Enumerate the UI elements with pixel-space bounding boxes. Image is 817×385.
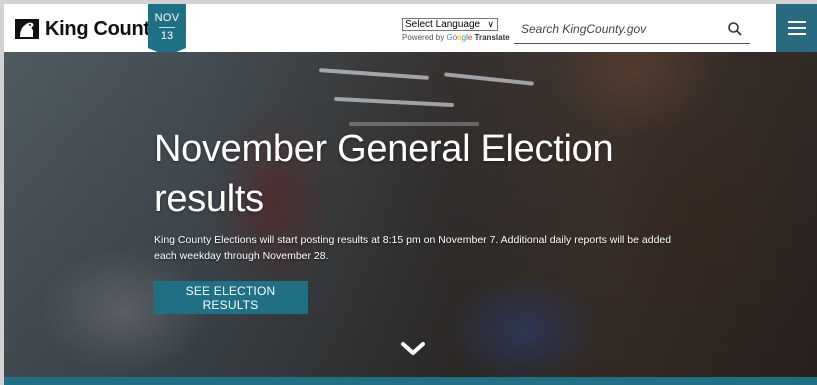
browser-frame: King County NOV 13 Select Language ∨ Pow…	[0, 0, 817, 385]
see-election-results-button[interactable]: SEE ELECTION RESULTS	[153, 281, 308, 314]
date-divider	[159, 27, 175, 28]
powered-by-label: Powered by	[402, 33, 445, 42]
section-bar	[4, 377, 817, 385]
page: King County NOV 13 Select Language ∨ Pow…	[4, 4, 817, 385]
search-input[interactable]: Search KingCounty.gov	[521, 22, 646, 36]
date-day: 13	[160, 30, 174, 42]
date-badge: NOV 13	[148, 4, 186, 56]
hero-title: November General Election results	[154, 128, 614, 220]
language-selector: Select Language ∨ Powered by Google Tran…	[402, 18, 510, 42]
menu-button[interactable]	[776, 4, 817, 52]
hero-description: King County Elections will start posting…	[154, 234, 672, 262]
language-select-value: Select Language	[405, 19, 481, 30]
hamburger-menu-icon	[788, 21, 806, 23]
search-icon[interactable]	[727, 21, 743, 37]
search-box[interactable]: Search KingCounty.gov	[514, 19, 750, 44]
powered-by-google: Powered by Google Translate	[402, 33, 510, 42]
select-chevron-icon: ∨	[487, 19, 494, 29]
date-month: NOV	[154, 12, 180, 24]
king-county-logo[interactable]: King County	[15, 17, 161, 41]
king-county-logo-icon	[15, 19, 39, 39]
site-header: King County NOV 13 Select Language ∨ Pow…	[4, 4, 817, 56]
translate-link[interactable]: Translate	[475, 33, 510, 42]
chevron-down-icon[interactable]	[400, 340, 426, 358]
hero-banner: November General Election results King C…	[4, 52, 817, 377]
logo-text: King County	[45, 17, 161, 40]
google-wordmark: Google	[446, 33, 473, 42]
language-select[interactable]: Select Language ∨	[402, 18, 498, 31]
